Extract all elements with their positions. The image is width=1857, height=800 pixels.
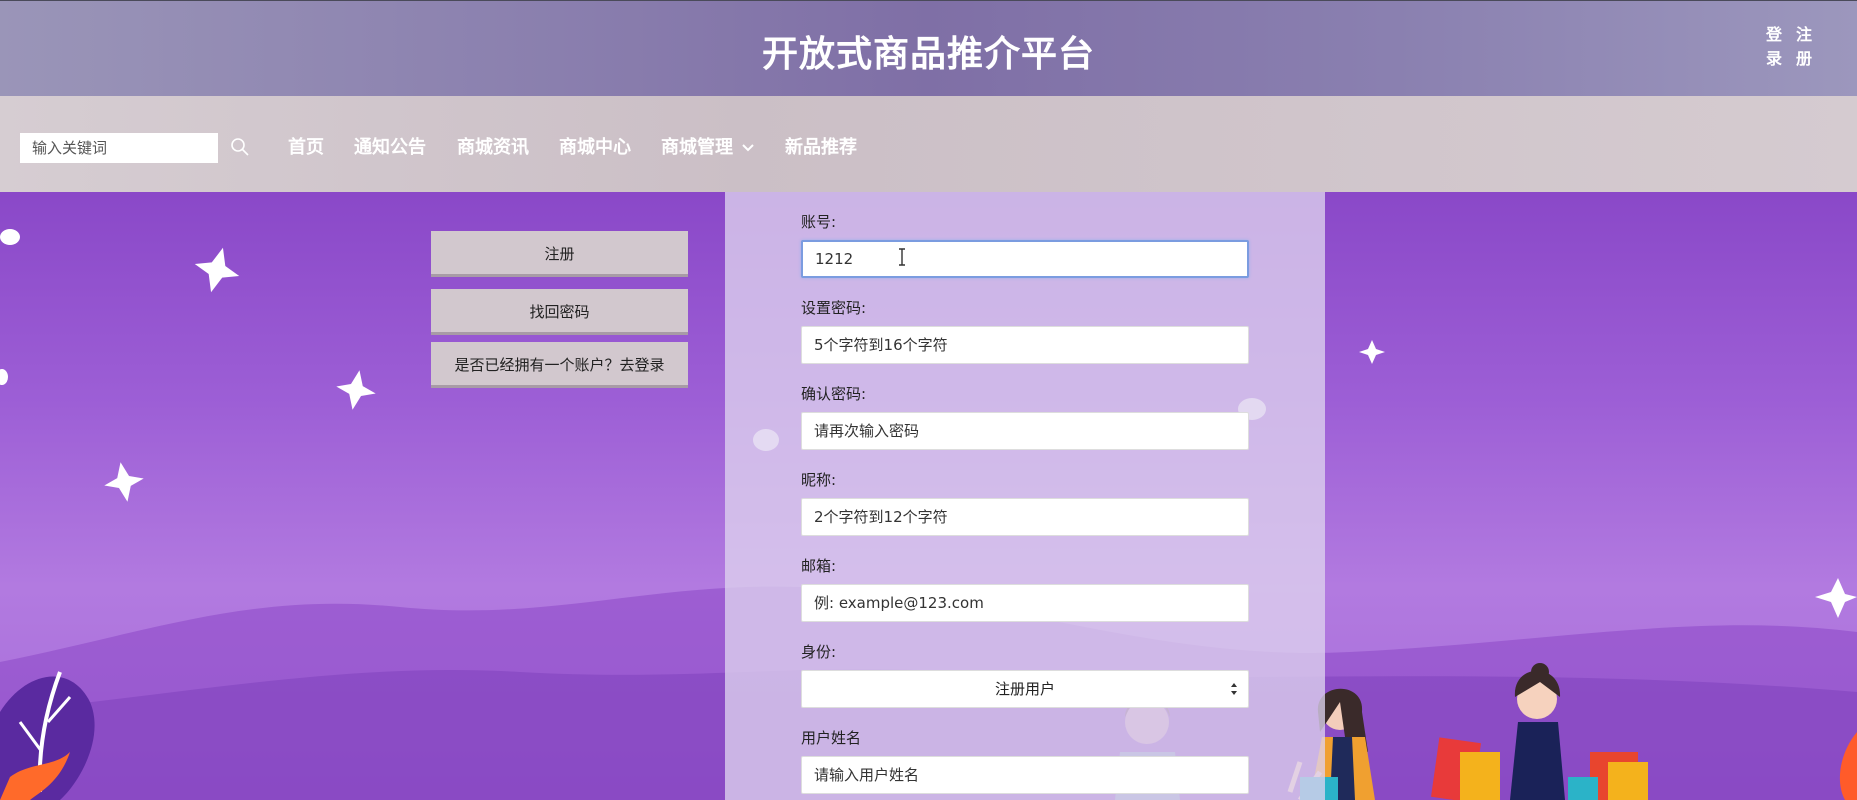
nickname-field[interactable] [801,498,1249,536]
chevron-down-icon [742,144,754,152]
recover-password-button[interactable]: 找回密码 [431,289,688,335]
nav-item-notices[interactable]: 通知公告 [354,133,426,159]
register-button[interactable]: 注册 [431,231,688,277]
go-login-button[interactable]: 是否已经拥有一个账户？去登录 [431,342,688,388]
nav-item-news[interactable]: 商城资讯 [457,133,529,159]
search-input[interactable] [20,133,218,163]
text-cursor-icon [899,248,905,266]
main-area: 注册 找回密码 是否已经拥有一个账户？去登录 账号: 设置密码: 确认密码: 昵… [0,192,1857,800]
username-field[interactable] [801,756,1249,794]
register-link[interactable]: 注册 [1796,23,1814,71]
password-label: 设置密码: [801,299,867,317]
nav-item-mall-management[interactable]: 商城管理 [661,133,755,159]
identity-select[interactable]: 注册用户 [801,670,1249,708]
email-field[interactable] [801,584,1249,622]
login-link[interactable]: 登录 [1766,23,1784,71]
nav-item-new-products[interactable]: 新品推荐 [785,133,857,159]
account-label: 账号: [801,213,837,231]
search-icon[interactable] [229,136,251,158]
auth-links: 登录 注册 [1766,23,1826,71]
nav-item-mall-management-label: 商城管理 [661,137,733,158]
password-field[interactable] [801,326,1249,364]
register-form-panel: 账号: 设置密码: 确认密码: 昵称: 邮箱: 身份: 注册用户 用户姓名 [725,192,1325,800]
username-label: 用户姓名 [801,729,862,747]
email-label: 邮箱: [801,557,837,575]
confirm-password-label: 确认密码: [801,385,867,403]
account-field[interactable] [801,240,1249,278]
nav-bar: 首页 通知公告 商城资讯 商城中心 商城管理 新品推荐 [0,96,1857,192]
select-arrows-icon [1231,683,1237,695]
site-title: 开放式商品推介平台 [761,34,1095,75]
nickname-label: 昵称: [801,471,837,489]
confirm-password-field[interactable] [801,412,1249,450]
identity-label: 身份: [801,643,837,661]
nav-item-mall-center[interactable]: 商城中心 [559,133,631,159]
identity-select-value: 注册用户 [994,680,1055,698]
site-header: 开放式商品推介平台 登录 注册 [0,0,1857,96]
nav-item-home[interactable]: 首页 [288,133,324,159]
